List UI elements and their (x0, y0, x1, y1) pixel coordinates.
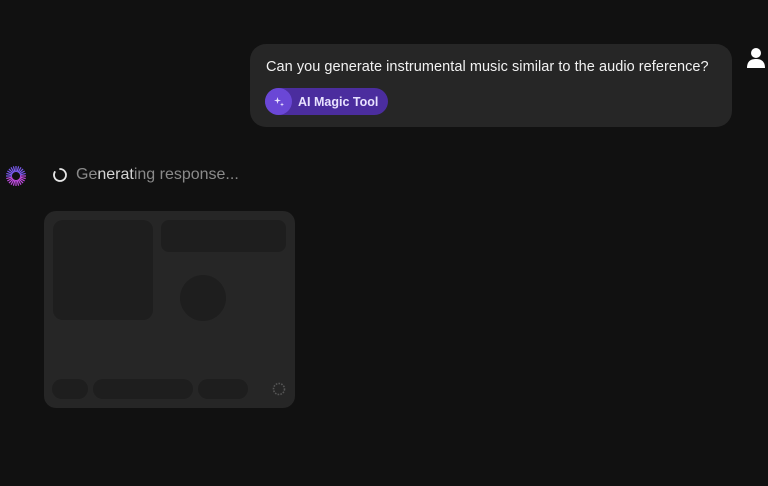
skeleton-pill (198, 379, 248, 399)
status-text: Generating response... (76, 166, 239, 184)
assistant-avatar (5, 165, 27, 187)
user-avatar (745, 46, 767, 70)
status-highlight: nerat (97, 166, 134, 183)
tool-chip-label: AI Magic Tool (298, 94, 379, 109)
sparkle-icon (265, 88, 292, 115)
status-prefix: Ge (76, 166, 98, 183)
ai-logo-icon (6, 166, 26, 186)
skeleton-play-circle (180, 275, 226, 321)
skeleton-thumbnail (53, 220, 153, 320)
skeleton-pill (93, 379, 193, 399)
skeleton-pill (52, 379, 88, 399)
status-suffix: ing response... (133, 166, 239, 183)
chat-page: Can you generate instrumental music simi… (0, 0, 768, 486)
skeleton-result-card (44, 211, 295, 408)
user-icon (747, 48, 765, 68)
loading-spinner-icon (53, 168, 67, 182)
generating-status: Generating response... (52, 165, 239, 185)
ai-magic-tool-chip[interactable]: AI Magic Tool (265, 88, 388, 115)
user-message-text: Can you generate instrumental music simi… (266, 59, 709, 75)
user-message-bubble: Can you generate instrumental music simi… (250, 44, 732, 127)
skeleton-title (161, 220, 286, 252)
skeleton-loading-icon (272, 382, 286, 396)
